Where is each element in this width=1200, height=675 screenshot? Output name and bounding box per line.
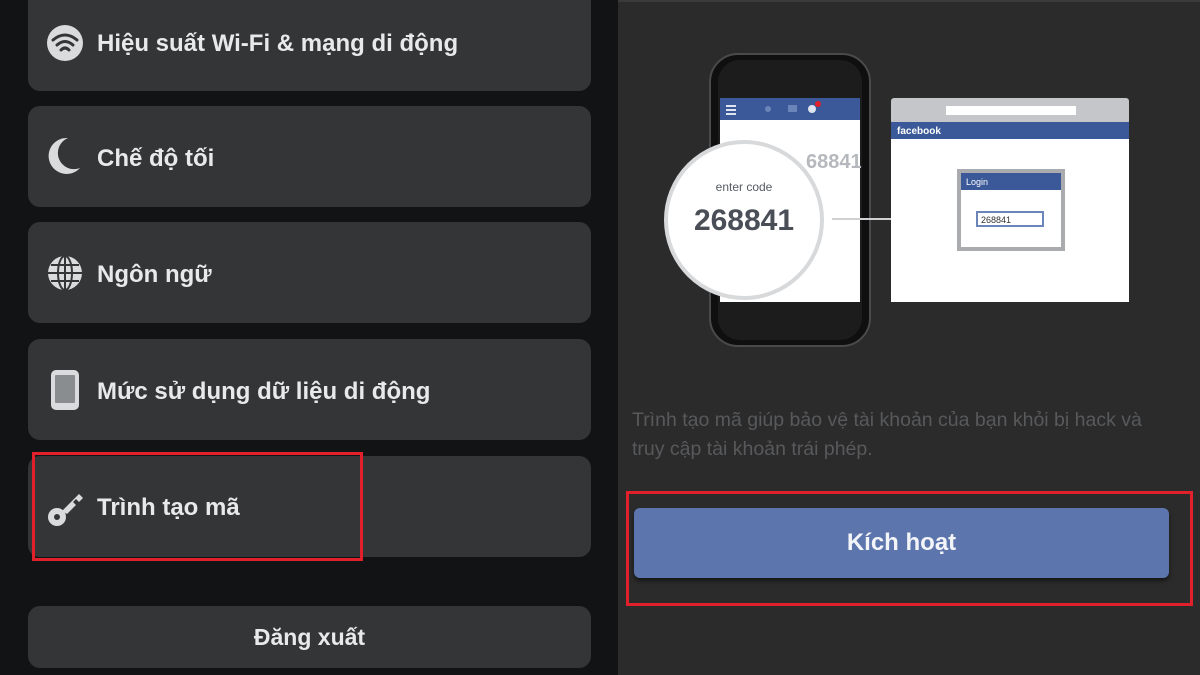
globe-icon: [46, 254, 84, 297]
highlight-box-activate: [626, 491, 1193, 606]
login-code: 268841: [981, 215, 1011, 225]
settings-menu-panel: Hiệu suất Wi-Fi & mạng di động Chế độ tố…: [0, 0, 618, 675]
menu-item-language[interactable]: Ngôn ngữ: [28, 222, 591, 323]
phone-code-partial: 68841: [806, 151, 862, 173]
login-label: Login: [966, 177, 988, 187]
menu-item-wifi-performance[interactable]: Hiệu suất Wi-Fi & mạng di động: [28, 0, 591, 91]
menu-item-dark-mode[interactable]: Chế độ tối: [28, 106, 591, 207]
code-generator-illustration: 68841 enter code 268841 facebook Login 2…: [664, 53, 1129, 347]
menu-item-label: Ngôn ngữ: [97, 261, 212, 288]
menu-item-label: Hiệu suất Wi-Fi & mạng di động: [97, 30, 459, 57]
wifi-icon: [46, 24, 84, 67]
phone-icon: [50, 369, 80, 416]
magnified-code: 268841: [694, 204, 794, 237]
highlight-box-code-generator: [32, 452, 363, 561]
menu-item-mobile-data-usage[interactable]: Mức sử dụng dữ liệu di động: [28, 339, 591, 440]
enter-code-label: enter code: [716, 180, 773, 194]
menu-item-label: Mức sử dụng dữ liệu di động: [97, 378, 431, 405]
menu-item-label: Chế độ tối: [97, 145, 215, 172]
divider: [618, 0, 1200, 2]
browser-brand: facebook: [897, 126, 941, 137]
code-generator-description: Trình tạo mã giúp bảo vệ tài khoản của b…: [632, 409, 1142, 460]
logout-label: Đăng xuất: [253, 624, 366, 650]
logout-button[interactable]: Đăng xuất: [28, 606, 591, 668]
moon-icon: [46, 136, 84, 181]
